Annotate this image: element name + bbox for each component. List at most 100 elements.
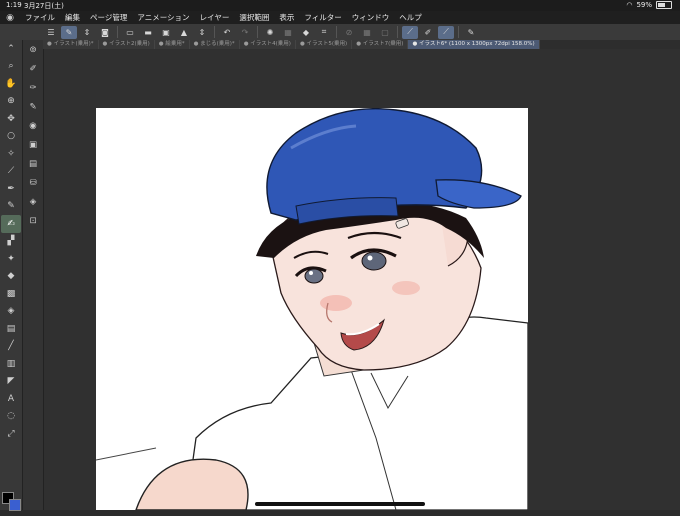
status-date: 3月27日(土)	[24, 2, 64, 10]
snap-ruler-icon[interactable]: ⟋	[402, 25, 418, 39]
fill-bucket-icon[interactable]: ◈	[1, 303, 21, 321]
menu-help[interactable]: ヘルプ	[394, 12, 427, 23]
divider	[257, 26, 258, 38]
decoration-icon[interactable]: ✦	[1, 250, 21, 268]
command-bar: ☰ ✎ ⇕ ◙ ▭ ▬ ▣ ▲ ⇕ ↶ ↷ ✺ ▦ ◆ ⌗ ⊘ ▦ ▢ ⟋ ✐ …	[0, 24, 680, 40]
stack-icon[interactable]: ◈	[24, 192, 42, 211]
divider	[117, 26, 118, 38]
eraser-icon[interactable]: ◆	[1, 268, 21, 286]
color-swatches[interactable]	[2, 492, 21, 516]
divider	[458, 26, 459, 38]
operation-icon[interactable]: ⊕	[1, 93, 21, 111]
redo-icon[interactable]: ↷	[237, 26, 253, 39]
menu-file[interactable]: ファイル	[20, 12, 60, 23]
tab-label: イラスト5(乗用)	[306, 41, 348, 47]
airbrush-icon[interactable]: ▞	[1, 233, 21, 251]
zoom-tool-icon[interactable]: ⊚	[24, 40, 42, 59]
navigator-icon[interactable]: ⊡	[24, 211, 42, 230]
pen-preset-icon[interactable]: ✎	[61, 25, 77, 39]
drawing-canvas[interactable]	[96, 108, 528, 510]
menu-layer[interactable]: レイヤー	[195, 12, 235, 23]
camera-icon[interactable]: ◙	[97, 26, 113, 39]
app-logo-icon[interactable]: ◉	[0, 13, 20, 23]
texture-icon[interactable]: ◉	[24, 116, 42, 135]
brush-icon[interactable]: ✍	[1, 215, 21, 233]
magic-wand-icon[interactable]: ✧	[1, 145, 21, 163]
eyedropper-icon[interactable]: ⟋	[1, 163, 21, 181]
battery-icon	[656, 1, 672, 9]
status-bar: 1:19 3月27日(土) ◠ 59%	[0, 0, 680, 11]
new-file-icon[interactable]: ▭	[122, 26, 138, 39]
tab-document-active[interactable]: ● イラスト6* (1100 x 1300px 72dpi 158.0%)	[408, 40, 540, 49]
sketch-line	[96, 447, 157, 461]
blend-icon[interactable]: ▩	[1, 285, 21, 303]
figure-icon[interactable]: ╱	[1, 338, 21, 356]
tab-document[interactable]: ● まじる(乗用)*	[189, 40, 240, 49]
battery-percent: 59%	[636, 1, 652, 9]
sub-color-swatch[interactable]	[9, 499, 21, 511]
selection-icon[interactable]: ▦	[359, 26, 375, 39]
move-icon[interactable]: ✥	[1, 110, 21, 128]
hamburger-menu-icon[interactable]: ☰	[43, 26, 59, 39]
lasso-icon[interactable]: ○	[1, 128, 21, 146]
tab-label: イラスト7(乗用)	[362, 41, 404, 47]
balloon-icon[interactable]: ◤	[1, 373, 21, 391]
menu-view[interactable]: 表示	[274, 12, 299, 23]
save-icon[interactable]: ▣	[158, 26, 174, 39]
crop-icon[interactable]: ⌗	[316, 26, 332, 39]
scroll-up-icon[interactable]: ⌃	[1, 40, 21, 58]
correct-line-icon[interactable]: ⤢	[1, 425, 21, 443]
panel-icon[interactable]: ▤	[24, 154, 42, 173]
zoom-icon[interactable]: ⌕	[1, 58, 21, 76]
menu-page[interactable]: ページ管理	[85, 12, 132, 23]
open-folder-icon[interactable]: ▬	[140, 26, 156, 39]
speech-balloon-icon[interactable]: ◌	[1, 408, 21, 426]
text-icon[interactable]: A	[1, 390, 21, 408]
fill-icon[interactable]: ◆	[298, 26, 314, 39]
menu-bar: ◉ ファイル 編集 ページ管理 アニメーション レイヤー 選択範囲 表示 フィル…	[0, 11, 680, 24]
pen-icon[interactable]: ✒	[1, 180, 21, 198]
tab-document[interactable]: ● 絵乗用*	[154, 40, 190, 49]
menu-filter[interactable]: フィルター	[299, 12, 346, 23]
tab-document[interactable]: ● イラスト7(乗用)	[352, 40, 409, 49]
snap-special-ruler-icon[interactable]: ✐	[420, 26, 436, 39]
left-eye	[304, 268, 324, 284]
layer-icon[interactable]: ▣	[24, 135, 42, 154]
export-icon[interactable]: ▲	[176, 26, 192, 39]
tab-document[interactable]: ● イラスト5(乗用)	[295, 40, 353, 49]
brush-tip-icon[interactable]: ✐	[24, 59, 42, 78]
snap-grid-icon[interactable]: ⟋	[438, 25, 454, 39]
left-cheek-blush	[320, 295, 352, 311]
deselect-icon[interactable]: ⊘	[341, 26, 357, 39]
battery-fill	[658, 3, 666, 7]
tab-document[interactable]: ● イラスト(乗用)*	[43, 40, 99, 49]
divider	[214, 26, 215, 38]
invert-selection-icon[interactable]: ▢	[377, 26, 393, 39]
scroll-arrows-icon[interactable]: ⇕	[79, 26, 95, 39]
material-icon[interactable]: ⛁	[24, 173, 42, 192]
status-time: 1:19	[6, 1, 22, 9]
tab-document[interactable]: ● イラスト2(乗用)	[98, 40, 155, 49]
home-indicator[interactable]	[255, 502, 425, 506]
tab-label: イラスト2(乗用)	[109, 41, 150, 47]
divider	[336, 26, 337, 38]
tab-label: イラスト(乗用)*	[53, 41, 94, 47]
hand-icon[interactable]: ✋	[1, 75, 21, 93]
right-eye-highlight	[367, 255, 373, 261]
menu-selection[interactable]: 選択範囲	[234, 12, 274, 23]
frame-icon[interactable]: ▥	[1, 355, 21, 373]
dropdown-arrows-icon[interactable]: ⇕	[194, 26, 210, 39]
tab-document[interactable]: ● イラスト4(乗用)	[239, 40, 296, 49]
undo-icon[interactable]: ↶	[219, 26, 235, 39]
ink-icon[interactable]: ✑	[24, 78, 42, 97]
paint-icon[interactable]: ✎	[24, 97, 42, 116]
menu-edit[interactable]: 編集	[60, 12, 85, 23]
clear-icon[interactable]: ▦	[280, 26, 296, 39]
loading-icon[interactable]: ✺	[262, 26, 278, 39]
pencil-icon[interactable]: ✎	[1, 198, 21, 216]
forearm	[135, 458, 249, 510]
edit-icon[interactable]: ✎	[463, 26, 479, 39]
menu-window[interactable]: ウィンドウ	[347, 12, 395, 23]
gradient-icon[interactable]: ▤	[1, 320, 21, 338]
menu-animation[interactable]: アニメーション	[132, 12, 194, 23]
